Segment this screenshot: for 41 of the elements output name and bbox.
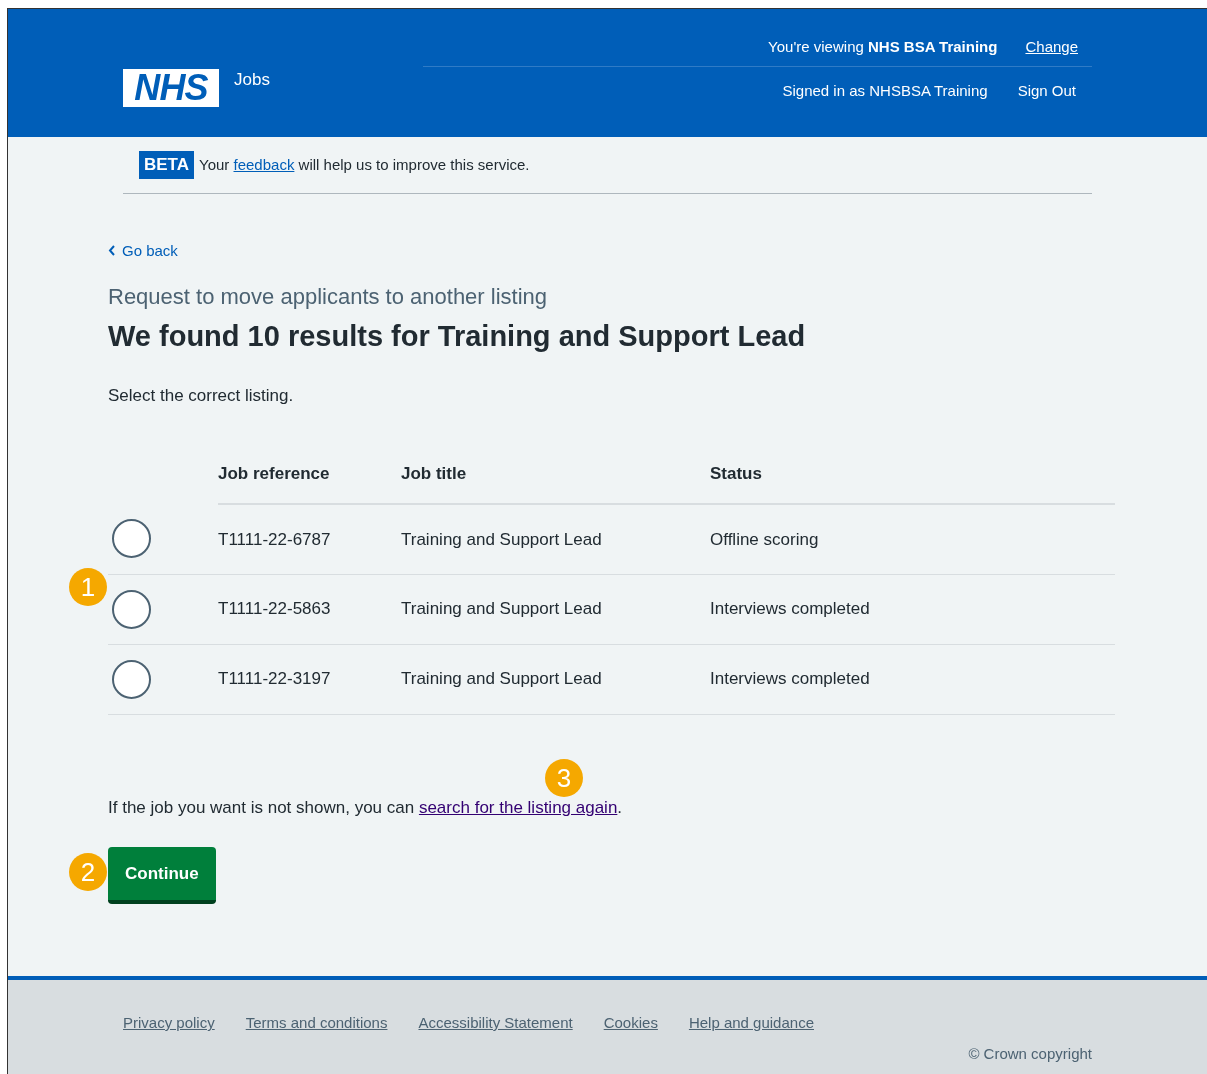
radio-button[interactable]: [112, 659, 151, 699]
step-number-badge: 2: [69, 853, 107, 891]
page-heading: We found 10 results for Training and Support Lead: [108, 319, 807, 354]
footer-link[interactable]: Help and guidance: [688, 1012, 814, 1035]
footer-link[interactable]: Terms and conditions: [245, 1012, 388, 1035]
step-number-badge: 1: [69, 568, 107, 606]
viewing-organisation-text: You're viewing NHS BSA Training: [768, 37, 998, 58]
beta-tag: BETA: [139, 151, 194, 179]
table-cell: T1111-22-5863: [218, 574, 401, 644]
instruction-text: Select the correct listing.: [108, 384, 295, 407]
change-link[interactable]: Change: [1025, 36, 1078, 59]
column-header: Job reference: [218, 444, 401, 504]
back-link[interactable]: Go back: [108, 239, 178, 262]
page-caption: Request to move applicants to another listing: [108, 283, 549, 311]
chevron-left-icon: [108, 245, 116, 257]
feedback-link[interactable]: feedback: [233, 155, 295, 173]
sign-out-link[interactable]: Sign Out: [1017, 79, 1076, 103]
footer-link[interactable]: Cookies: [603, 1012, 658, 1035]
footer-link[interactable]: Accessibility Statement: [418, 1012, 573, 1035]
radio-button[interactable]: [112, 519, 151, 559]
radio-button[interactable]: [112, 589, 151, 629]
table-cell: T1111-22-6787: [218, 504, 401, 574]
copyright-text: © Crown copyright: [968, 1043, 1092, 1064]
footer-link[interactable]: Privacy policy: [123, 1012, 215, 1035]
continue-button[interactable]: Continue: [108, 847, 216, 904]
table-cell: Offline scoring: [710, 504, 1115, 574]
search-again-text: If the job you want is not shown, you can search for the listing again.: [108, 796, 624, 819]
table-cell: Training and Support Lead: [401, 574, 710, 644]
nhs-logo[interactable]: NHS: [123, 69, 219, 107]
search-again-link[interactable]: search for the listing again: [418, 797, 618, 817]
table-cell: T1111-22-3197: [218, 644, 401, 714]
table-cell: Training and Support Lead: [401, 504, 710, 574]
beta-banner-text: Your feedback will help us to improve this service.: [199, 154, 530, 175]
signed-in-text: Signed in as NHSBSA Training: [782, 80, 988, 101]
table-cell: Training and Support Lead: [401, 644, 710, 714]
column-header: Status: [710, 444, 1115, 504]
table-cell: Interviews completed: [710, 574, 1115, 644]
service-name: Jobs: [234, 69, 270, 91]
table-cell: Interviews completed: [710, 644, 1115, 714]
column-header: Job title: [401, 444, 710, 504]
step-number-badge: 3: [545, 759, 583, 797]
